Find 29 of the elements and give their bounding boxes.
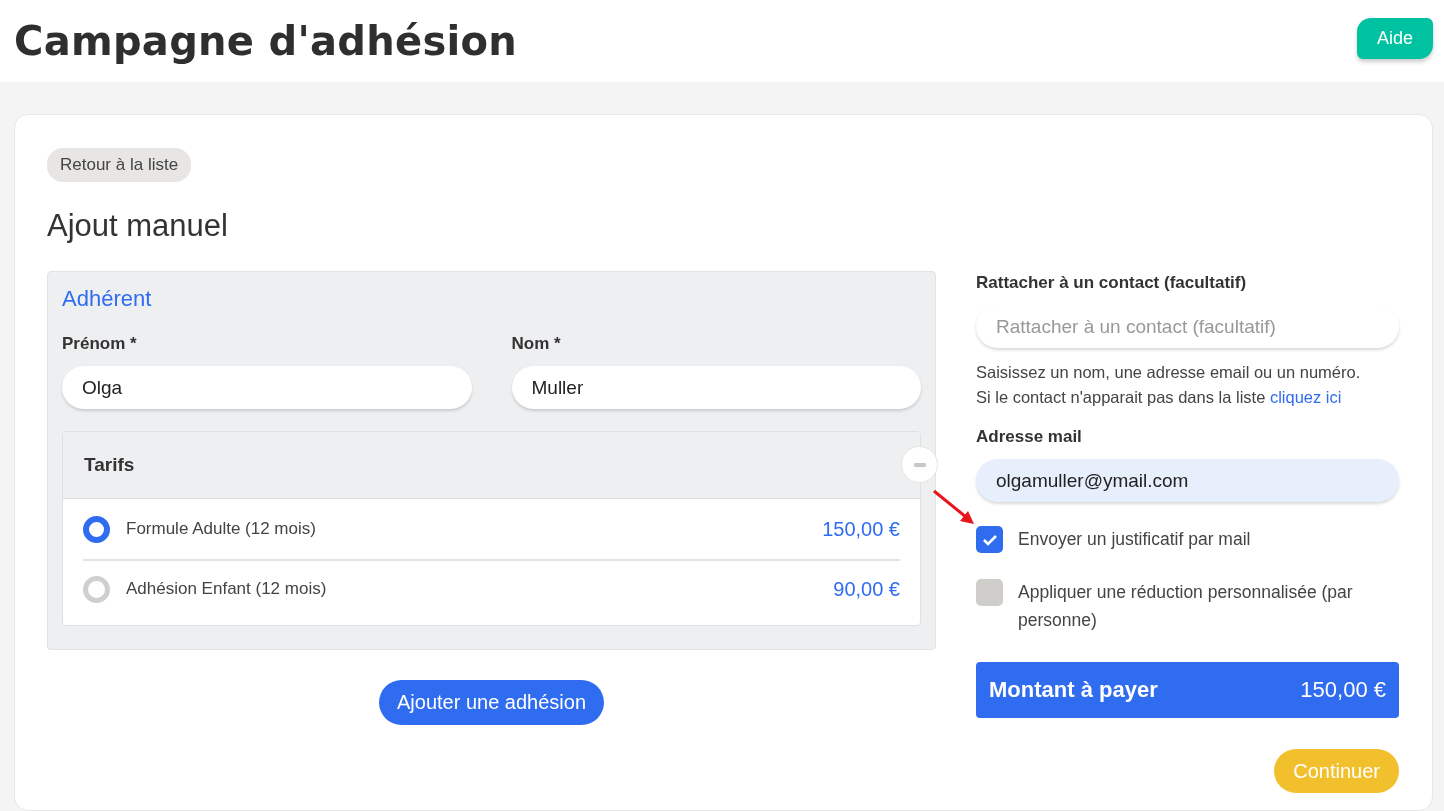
email-field[interactable]: olgamuller@ymail.com (976, 459, 1399, 502)
tariff-price: 150,00 € (822, 517, 900, 541)
page-title: Campagne d'adhésion (14, 18, 518, 64)
text-field[interactable]: Muller (511, 366, 921, 409)
field-label: Adresse mail (976, 427, 1083, 447)
total-label: Montant à payer (989, 677, 1158, 703)
tariff-label: Adhésion Enfant (12 mois) (126, 579, 328, 599)
section-title: Ajout manuel (47, 208, 229, 244)
text-field[interactable]: Olga (62, 366, 472, 409)
total-amount: 150,00 € (1300, 677, 1386, 703)
field-label: Prénom * (62, 334, 138, 354)
checkbox[interactable] (976, 579, 1003, 606)
click-here-link[interactable]: cliquez ici (1269, 388, 1342, 406)
help-text: Saisissez un nom, une adresse email ou un numéro. Si le contact n'apparait pas dans la liste cliquez ici (976, 362, 1362, 408)
check-icon (981, 533, 998, 546)
field-label: Nom * (511, 334, 562, 354)
tariffs-title: Tarifs (84, 454, 135, 476)
contact-field[interactable]: Rattacher à un contact (facultatif) (976, 305, 1399, 348)
tariff-price: 90,00 € (833, 577, 900, 601)
tariff-label: Formule Adulte (12 mois) (126, 519, 317, 539)
add-membership-button[interactable]: Ajouter une adhésion (378, 680, 604, 725)
panel-title: Adhérent (62, 286, 153, 312)
checkbox[interactable] (976, 526, 1003, 553)
back-button[interactable]: Retour à la liste (47, 148, 192, 182)
checkbox-label: Envoyer un justificatif par mail (1018, 528, 1251, 551)
field-label: Rattacher à un contact (facultatif) (976, 273, 1248, 293)
radio-button[interactable] (83, 515, 110, 543)
minus-icon (913, 462, 926, 467)
checkbox-label: Appliquer une réduction personnalisée (par personne) (1018, 581, 1354, 632)
